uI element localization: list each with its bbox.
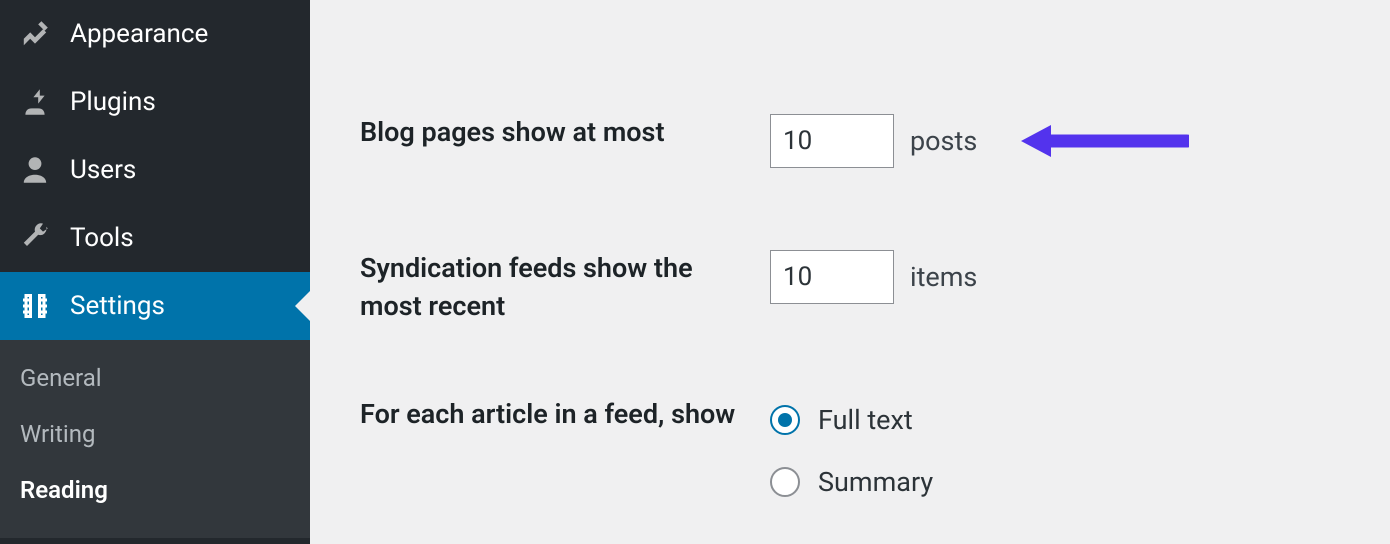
- settings-content: Blog pages show at most posts Syndicatio…: [310, 0, 1390, 544]
- label-blog-pages: Blog pages show at most: [360, 114, 740, 152]
- sidebar-item-label: Plugins: [70, 87, 156, 117]
- field-syndication-feeds: items: [770, 250, 977, 304]
- blog-pages-input[interactable]: [770, 114, 894, 168]
- radio-summary[interactable]: [770, 467, 800, 497]
- label-syndication-feeds: Syndication feeds show the most recent: [360, 250, 740, 326]
- submenu-item-reading[interactable]: Reading: [0, 462, 310, 518]
- radio-label-full-text: Full text: [818, 404, 913, 436]
- radio-label-summary: Summary: [818, 466, 933, 498]
- submenu-item-general[interactable]: General: [0, 350, 310, 406]
- row-article-feed: For each article in a feed, show Full te…: [360, 396, 933, 506]
- users-icon: [18, 153, 52, 187]
- settings-icon: [18, 289, 52, 323]
- label-article-feed: For each article in a feed, show: [360, 396, 740, 434]
- submenu-item-writing[interactable]: Writing: [0, 406, 310, 462]
- sidebar-item-plugins[interactable]: Plugins: [0, 68, 310, 136]
- plugins-icon: [18, 85, 52, 119]
- syndication-feeds-input[interactable]: [770, 250, 894, 304]
- radio-full-text[interactable]: [770, 405, 800, 435]
- sidebar-item-appearance[interactable]: Appearance: [0, 0, 310, 68]
- admin-sidebar: Appearance Plugins Users Tools Settings …: [0, 0, 310, 544]
- sidebar-item-label: Users: [70, 155, 136, 185]
- settings-submenu: General Writing Reading: [0, 340, 310, 538]
- tools-icon: [18, 221, 52, 255]
- syndication-feeds-unit: items: [910, 261, 977, 293]
- sidebar-item-label: Appearance: [70, 19, 208, 49]
- sidebar-item-label: Settings: [70, 291, 165, 321]
- row-blog-pages: Blog pages show at most posts: [360, 114, 1189, 168]
- sidebar-item-tools[interactable]: Tools: [0, 204, 310, 272]
- field-blog-pages: posts: [770, 114, 1189, 168]
- sidebar-item-users[interactable]: Users: [0, 136, 310, 204]
- radio-option-full-text[interactable]: Full text: [770, 396, 933, 444]
- annotation-arrow-icon: [1019, 121, 1189, 161]
- sidebar-item-settings[interactable]: Settings: [0, 272, 310, 340]
- blog-pages-unit: posts: [910, 125, 977, 157]
- row-syndication-feeds: Syndication feeds show the most recent i…: [360, 250, 977, 326]
- appearance-icon: [18, 17, 52, 51]
- field-article-feed: Full text Summary: [770, 396, 933, 506]
- sidebar-item-label: Tools: [70, 223, 134, 253]
- radio-option-summary[interactable]: Summary: [770, 458, 933, 506]
